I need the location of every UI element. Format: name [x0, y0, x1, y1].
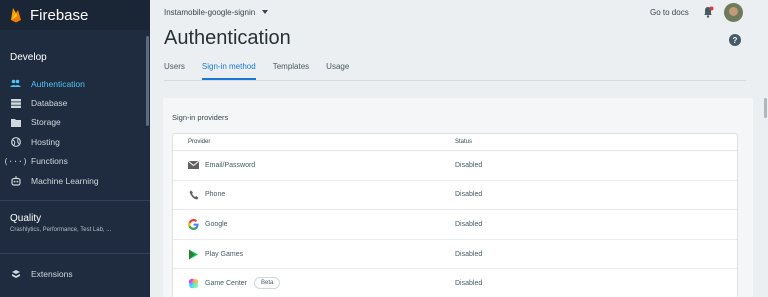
folder-icon: [10, 117, 21, 128]
database-icon: [10, 98, 21, 109]
game-center-icon: [188, 278, 199, 289]
sidebar-item-label: Machine Learning: [31, 175, 99, 186]
provider-name: Email/Password: [205, 161, 256, 169]
beta-badge: Beta: [254, 277, 281, 290]
providers-table: Provider Status Email/Password Disabled …: [172, 133, 738, 297]
sign-in-providers-panel: Sign-in providers Provider Status Email/…: [163, 98, 753, 297]
firebase-logo-icon: [11, 8, 21, 23]
sidebar-item-extensions[interactable]: Extensions: [0, 264, 150, 283]
functions-icon: (···): [3, 156, 28, 166]
provider-status: Disabled: [455, 220, 483, 228]
table-header: Provider Status: [173, 134, 737, 151]
project-name: Instamobile-google-signin: [164, 7, 256, 17]
table-row[interactable]: Email/Password Disabled: [173, 151, 737, 181]
go-to-docs-link[interactable]: Go to docs: [650, 8, 689, 17]
tab-bar: Users Sign-in method Templates Usage: [164, 62, 366, 80]
table-row[interactable]: Play Games Disabled: [173, 240, 737, 270]
help-icon[interactable]: ?: [729, 34, 741, 46]
sidebar-item-authentication[interactable]: Authentication: [0, 74, 150, 93]
extensions-icon: [10, 268, 21, 279]
table-row[interactable]: Game Center Beta Disabled: [173, 269, 737, 297]
notifications-bell-icon[interactable]: [702, 6, 714, 18]
robot-icon: [10, 175, 21, 186]
table-row[interactable]: Google Disabled: [173, 210, 737, 240]
provider-name: Google: [205, 220, 228, 228]
user-avatar[interactable]: [724, 3, 743, 22]
play-games-icon: [188, 249, 199, 260]
quality-section-subtitle: Crashlytics, Performance, Test Lab, ...: [10, 227, 112, 233]
brand-header[interactable]: Firebase: [0, 0, 150, 30]
provider-name: Play Games: [205, 250, 244, 258]
table-row[interactable]: Phone Disabled: [173, 181, 737, 211]
develop-section-title[interactable]: Develop: [0, 52, 57, 63]
globe-icon: [10, 136, 21, 147]
sidebar-item-label: Authentication: [31, 78, 85, 89]
page-title: Authentication: [164, 27, 291, 49]
project-selector[interactable]: Instamobile-google-signin: [164, 7, 269, 17]
chevron-down-icon: [262, 10, 269, 14]
sidebar-item-label: Database: [31, 98, 68, 109]
sidebar-item-label: Functions: [31, 156, 68, 167]
sidebar-item-label: Hosting: [31, 136, 60, 147]
brand-name: Firebase: [30, 6, 89, 24]
tab-divider: [164, 80, 746, 81]
sidebar-item-database[interactable]: Database: [0, 93, 150, 112]
sidebar-divider: [0, 253, 150, 254]
provider-status: Disabled: [455, 191, 483, 199]
people-icon: [10, 78, 21, 89]
provider-status: Disabled: [455, 250, 483, 258]
sidebar-item-label: Storage: [31, 117, 61, 128]
column-header-provider: Provider: [188, 139, 211, 145]
sidebar: Firebase Develop Authentication Database…: [0, 0, 150, 297]
sidebar-item-label: Extensions: [31, 268, 73, 279]
provider-status: Disabled: [455, 280, 483, 288]
tab-usage[interactable]: Usage: [326, 62, 349, 80]
phone-icon: [188, 189, 199, 200]
providers-title: Sign-in providers: [172, 113, 229, 122]
sidebar-divider: [0, 200, 150, 201]
tab-sign-in-method[interactable]: Sign-in method: [201, 62, 256, 80]
provider-name: Game Center: [205, 280, 248, 288]
sidebar-item-functions[interactable]: (···) Functions: [0, 152, 150, 171]
provider-name: Phone: [205, 191, 226, 199]
main-content: Instamobile-google-signin Go to docs Aut…: [150, 0, 768, 297]
sidebar-scrollbar[interactable]: [146, 36, 149, 126]
sidebar-item-machine-learning[interactable]: Machine Learning: [0, 171, 150, 190]
develop-nav: Authentication Database Storage Hosting …: [0, 74, 150, 190]
content-scrollbar[interactable]: [764, 98, 767, 118]
tab-templates[interactable]: Templates: [273, 62, 309, 80]
column-header-status: Status: [455, 139, 473, 145]
sidebar-item-storage[interactable]: Storage: [0, 113, 150, 132]
provider-status: Disabled: [455, 161, 483, 169]
google-icon: [188, 218, 199, 230]
quality-section-title: Quality: [10, 213, 42, 224]
sidebar-item-hosting[interactable]: Hosting: [0, 132, 150, 151]
tab-users[interactable]: Users: [164, 62, 185, 80]
mail-icon: [188, 160, 199, 171]
quality-section[interactable]: Quality Crashlytics, Performance, Test L…: [0, 213, 121, 233]
